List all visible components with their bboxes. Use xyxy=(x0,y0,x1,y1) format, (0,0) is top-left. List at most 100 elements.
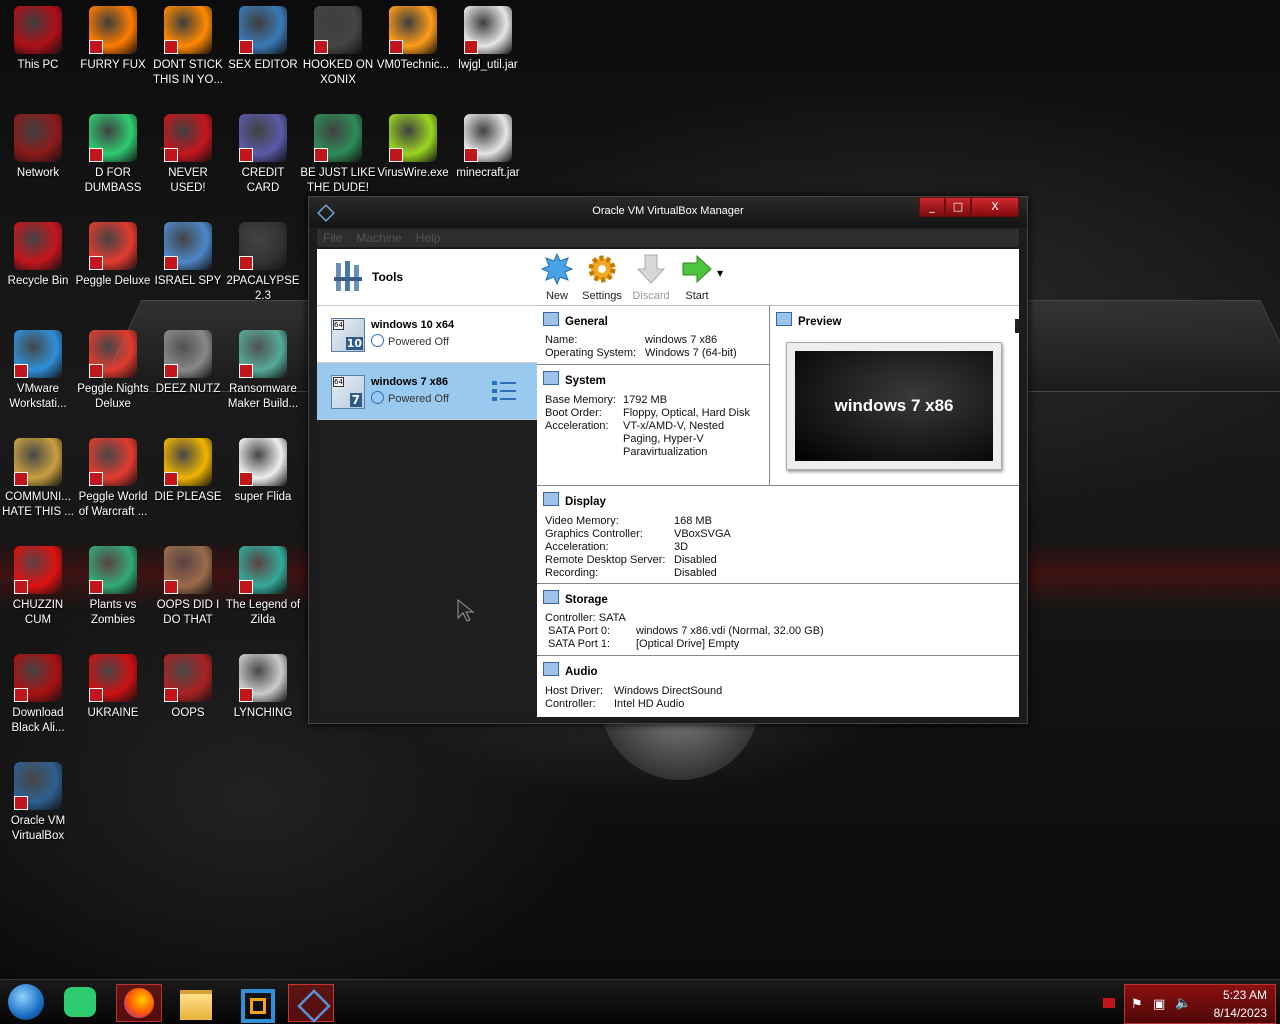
desktop-icon-2pacalypse-2-3[interactable]: 2PACALYPSE 2.3 xyxy=(225,216,301,304)
desktop-icon-label: CHUZZIN CUM xyxy=(12,599,64,626)
notes-icon xyxy=(64,987,96,1017)
desktop-icon-recycle-bin[interactable]: Recycle Bin xyxy=(0,216,76,289)
vm-list-pane: Tools 64 10 windows 10 x64 Powered Off 6… xyxy=(317,249,537,717)
volume-icon[interactable]: 🔈 xyxy=(1175,996,1191,1011)
desktop-icon-download-black-ali[interactable]: Download Black Ali... xyxy=(0,648,76,736)
taskbar-firefox[interactable] xyxy=(116,984,162,1022)
tools-item[interactable]: Tools xyxy=(317,249,537,306)
maximize-button[interactable]: □ xyxy=(945,197,971,217)
desktop-icon-communi-hate-this[interactable]: COMMUNI... HATE THIS ... xyxy=(0,432,76,520)
desktop-icon-sex-editor[interactable]: SEX EDITOR xyxy=(225,0,301,73)
start-button[interactable]: Start xyxy=(675,253,719,302)
audio-icon xyxy=(543,662,559,676)
settings-button[interactable]: Settings xyxy=(579,253,625,302)
oops-icon xyxy=(164,654,212,702)
close-button[interactable]: X xyxy=(971,197,1019,217)
system-keys: Base Memory: Boot Order: Acceleration: xyxy=(545,394,616,432)
title-bar[interactable]: Oracle VM VirtualBox Manager _ □ X xyxy=(309,197,1027,227)
desktop-icon-peggle-nights-deluxe[interactable]: Peggle Nights Deluxe xyxy=(75,324,151,412)
desktop-icon-oops[interactable]: OOPS xyxy=(150,648,226,721)
desktop-icon-dont-stick-this-in-yo[interactable]: DONT STICK THIS IN YO... xyxy=(150,0,226,88)
start-dropdown-icon[interactable]: ▼ xyxy=(717,269,723,278)
desktop-icon-die-please[interactable]: DIE PLEASE xyxy=(150,432,226,505)
desktop-icon-label: Ransomware Maker Build... xyxy=(227,383,299,410)
minimize-button[interactable]: _ xyxy=(919,197,945,217)
sex-editor-icon xyxy=(239,6,287,54)
desktop-icon-ukraine[interactable]: UKRAINE xyxy=(75,648,151,721)
shortcut-arrow-icon xyxy=(464,148,478,162)
clock-time[interactable]: 5:23 AM xyxy=(1223,988,1267,1002)
tray-flag-icon[interactable] xyxy=(1103,998,1115,1008)
desktop-icon-lwjgl-util-jar[interactable]: lwjgl_util.jar xyxy=(450,0,526,73)
network-icon[interactable]: ▣ xyxy=(1153,997,1165,1012)
display-header[interactable]: Display xyxy=(543,492,606,508)
desktop-icon-oracle-vm-virtualbox[interactable]: Oracle VM VirtualBox xyxy=(0,756,76,844)
taskbar-vmware[interactable] xyxy=(232,984,276,1023)
tools-icon xyxy=(334,261,362,291)
desktop-icon-vm0technic[interactable]: VM0Technic... xyxy=(375,0,451,73)
storage-section: Storage Controller: SATA SATA Port 0: SA… xyxy=(537,584,1019,656)
desktop-icon-vmware-workstati[interactable]: VMware Workstati... xyxy=(0,324,76,412)
shortcut-arrow-icon xyxy=(314,40,328,54)
this-pc-icon xyxy=(14,6,62,54)
dont-stick-this-in-yo-icon xyxy=(164,6,212,54)
desktop-icon-network[interactable]: Network xyxy=(0,108,76,181)
preview-header[interactable]: Preview xyxy=(776,312,841,328)
taskbar-notes-app[interactable] xyxy=(58,984,102,1020)
desktop-icon-ransomware-maker-build[interactable]: Ransomware Maker Build... xyxy=(225,324,301,412)
taskbar-virtualbox[interactable] xyxy=(288,984,334,1023)
system-header[interactable]: System xyxy=(543,371,606,387)
general-header[interactable]: General xyxy=(543,312,608,328)
menu-file[interactable]: File xyxy=(317,229,350,247)
desktop-icon-this-pc[interactable]: This PC xyxy=(0,0,76,73)
desktop-icon-label: Plants vs Zombies xyxy=(89,599,137,626)
menu-machine[interactable]: Machine xyxy=(350,229,409,247)
desktop-icon-d-for-dumbass[interactable]: D FOR DUMBASS xyxy=(75,108,151,196)
desktop-icon-credit-card-checker[interactable]: CREDIT CARD CHECKER xyxy=(225,108,301,196)
vm-menu-icon[interactable] xyxy=(491,379,517,403)
desktop-icon-super-flida[interactable]: super Flida xyxy=(225,432,301,505)
taskbar-file-explorer[interactable] xyxy=(174,984,218,1020)
vm-item-windows-7[interactable]: 64 7 windows 7 x86 Powered Off xyxy=(317,363,537,420)
desktop-icon-the-legend-of-zilda[interactable]: The Legend of Zilda xyxy=(225,540,301,628)
desktop-icon-label: The Legend of Zilda xyxy=(225,599,301,626)
desktop-icon-never-used[interactable]: NEVER USED! xyxy=(150,108,226,196)
storage-values: windows 7 x86.vdi (Normal, 32.00 GB) [Op… xyxy=(636,625,824,650)
desktop-icon-hooked-on-xonix[interactable]: HOOKED ON XONIX xyxy=(300,0,376,88)
desktop-icon-israel-spy[interactable]: ISRAEL SPY xyxy=(150,216,226,289)
desktop-icon-label: FURRY FUX xyxy=(80,59,146,71)
desktop-icon-label: UKRAINE xyxy=(87,707,139,719)
desktop-icon-minecraft-jar[interactable]: minecraft.jar xyxy=(450,108,526,181)
desktop-icon-lynching[interactable]: LYNCHING xyxy=(225,648,301,721)
taskbar: ⚑ ▣ 🔈 5:23 AM 8/14/2023 xyxy=(0,979,1280,1024)
storage-header[interactable]: Storage xyxy=(543,590,608,606)
general-values: windows 7 x86 Windows 7 (64-bit) xyxy=(645,334,737,359)
desktop-icon-viruswire-exe[interactable]: VirusWire.exe xyxy=(375,108,451,181)
general-icon xyxy=(543,312,559,326)
menu-help[interactable]: Help xyxy=(410,229,449,247)
discard-button[interactable]: Discard xyxy=(631,253,671,302)
machine-toolbar: New Settings Discard Start ▼ xyxy=(537,249,1019,306)
start-orb-button[interactable] xyxy=(4,984,48,1020)
new-button[interactable]: New xyxy=(539,252,575,302)
desktop-icon-label: Peggle Nights Deluxe xyxy=(77,383,149,410)
desktop-icon-label: VM0Technic... xyxy=(376,59,450,71)
audio-header[interactable]: Audio xyxy=(543,662,598,678)
vm-item-windows-10[interactable]: 64 10 windows 10 x64 Powered Off xyxy=(317,306,537,363)
desktop-icon-be-just-like-the-dude[interactable]: BE JUST LIKE THE DUDE! xyxy=(300,108,376,196)
desktop-icon-deez-nutz[interactable]: DEEZ NUTZ xyxy=(150,324,226,397)
desktop-icon-chuzzin-cum[interactable]: CHUZZIN CUM xyxy=(0,540,76,628)
details-scrollbar[interactable] xyxy=(1015,319,1019,333)
clock-date[interactable]: 8/14/2023 xyxy=(1214,1006,1267,1020)
shortcut-arrow-icon xyxy=(464,40,478,54)
desktop-icon-plants-vs-zombies[interactable]: Plants vs Zombies xyxy=(75,540,151,628)
desktop-icon-label: Network xyxy=(16,167,60,179)
shortcut-arrow-icon xyxy=(164,256,178,270)
desktop-icon-peggle-world-of-warcraft[interactable]: Peggle World of Warcraft ... xyxy=(75,432,151,520)
desktop-icon-furry-fux[interactable]: FURRY FUX xyxy=(75,0,151,73)
firefox-icon xyxy=(124,988,154,1018)
action-center-flag-icon[interactable]: ⚑ xyxy=(1131,997,1143,1012)
recycle-bin-icon xyxy=(14,222,62,270)
desktop-icon-oops-did-i-do-that[interactable]: OOPS DID I DO THAT xyxy=(150,540,226,628)
desktop-icon-peggle-deluxe[interactable]: Peggle Deluxe xyxy=(75,216,151,289)
